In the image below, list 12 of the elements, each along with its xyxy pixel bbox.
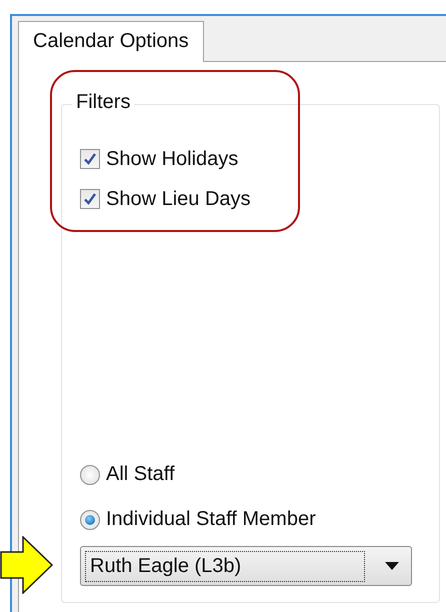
radio-button[interactable] [80, 464, 100, 484]
staff-dropdown[interactable]: Ruth Eagle (L3b) [80, 546, 412, 586]
checkbox-label[interactable]: Show Lieu Days [106, 188, 251, 210]
checkbox[interactable] [80, 149, 100, 169]
caret-icon [385, 562, 399, 570]
checkbox[interactable] [80, 189, 100, 209]
tab[interactable]: Calendar Options [18, 21, 204, 62]
checkbox-label[interactable]: Show Holidays [106, 148, 238, 170]
arrow-icon [0, 536, 54, 594]
radio-label[interactable]: All Staff [106, 463, 175, 486]
radio-label[interactable]: Individual Staff Member [106, 508, 316, 531]
radio-button[interactable] [80, 510, 100, 530]
